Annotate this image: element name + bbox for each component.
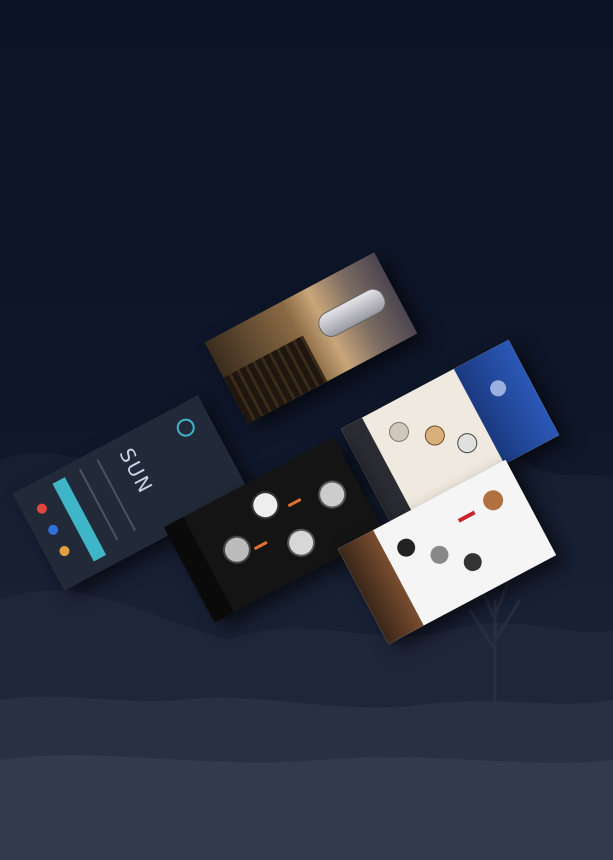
hero-watch-image xyxy=(314,284,390,342)
dark-watch-2[interactable] xyxy=(246,486,285,525)
price-tag-2 xyxy=(287,498,302,508)
mockup-scene: SUN xyxy=(0,0,613,860)
social-icon-3[interactable] xyxy=(57,544,72,558)
login-logo-text: SUN xyxy=(114,444,159,499)
white-watch-3[interactable] xyxy=(460,549,485,575)
watch-thumb-2[interactable] xyxy=(421,421,449,450)
watch-thumb-1[interactable] xyxy=(385,418,413,446)
dark-watch-1[interactable] xyxy=(217,530,256,569)
dark-watch-3[interactable] xyxy=(282,523,321,562)
watch-thumb-3[interactable] xyxy=(453,429,481,457)
red-price-badge xyxy=(457,510,476,523)
white-brown-watch[interactable] xyxy=(479,486,507,514)
price-tag-1 xyxy=(253,540,268,551)
social-icon-1[interactable] xyxy=(35,501,49,516)
sun-logo-icon xyxy=(173,415,198,440)
social-icon-2[interactable] xyxy=(46,523,60,537)
white-watch-1[interactable] xyxy=(394,535,419,560)
dark-watch-4[interactable] xyxy=(313,475,352,514)
white-watch-2[interactable] xyxy=(427,542,452,568)
